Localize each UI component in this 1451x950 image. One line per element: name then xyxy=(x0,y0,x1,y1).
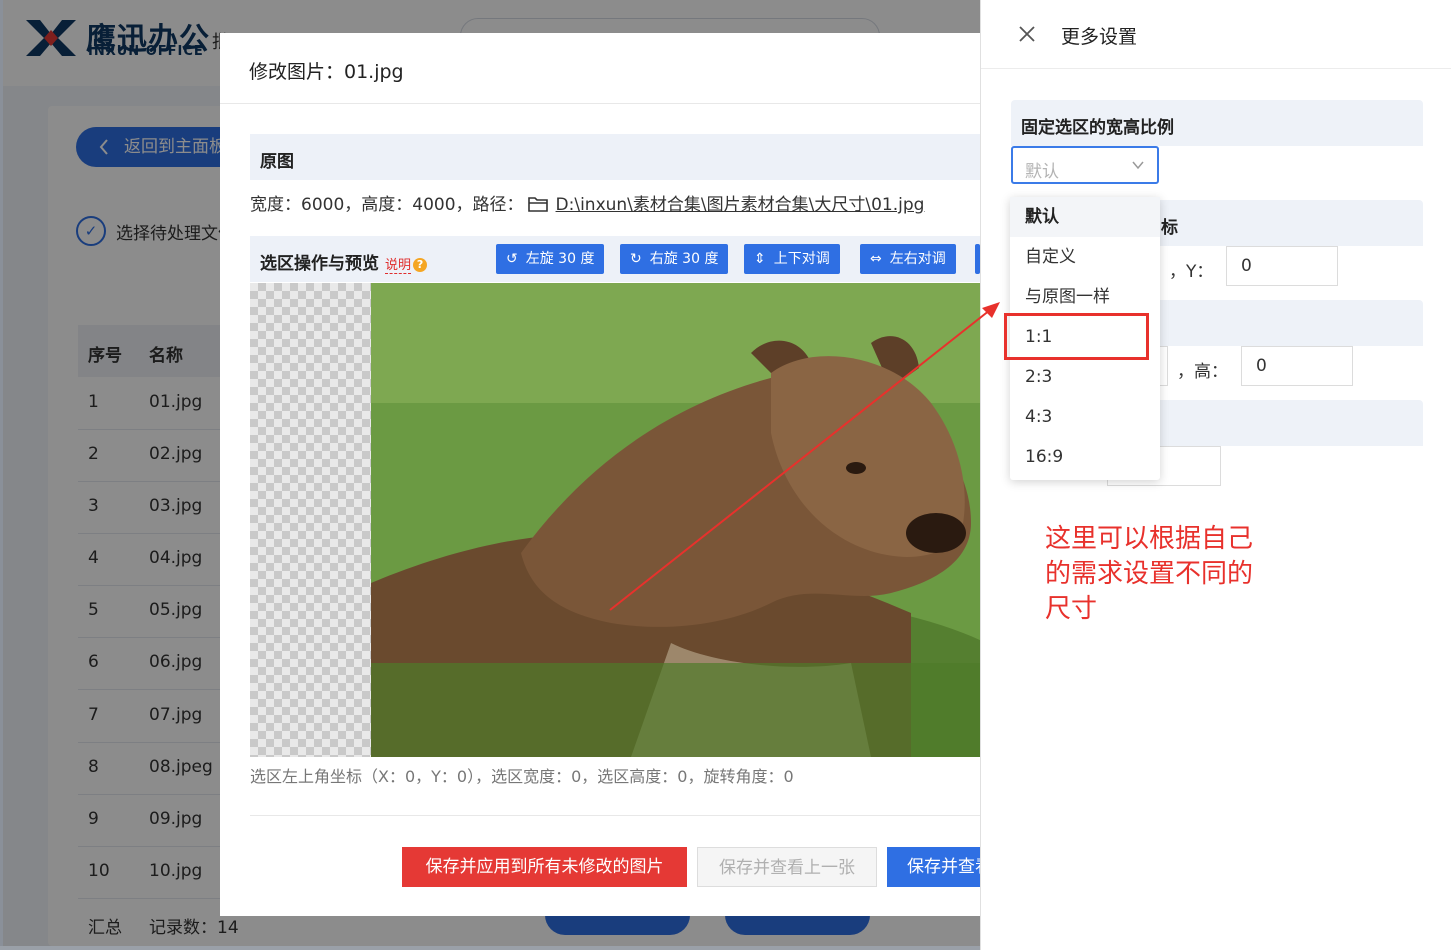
dialog-title: 修改图片：01.jpg xyxy=(249,61,404,83)
rotate-left-icon: ↺ xyxy=(506,251,518,267)
original-section-header: 原图 xyxy=(250,134,980,180)
preview-image xyxy=(371,283,980,757)
section-title: 选区操作与预览 说明? xyxy=(260,249,428,274)
image-dimensions: 宽度：6000，高度：4000，路径： xyxy=(250,195,524,215)
flip-horizontal-button[interactable]: ⇔ 左右对调 xyxy=(860,244,956,274)
lioness-illustration xyxy=(371,283,980,757)
rotate-right-button[interactable]: ↻ 右旋 30 度 xyxy=(620,244,729,274)
preview-section-title: 选区操作与预览 xyxy=(260,254,379,274)
annotation-note: 这里可以根据自己的需求设置不同的尺寸 xyxy=(1045,524,1254,624)
help-link[interactable]: 说明 xyxy=(385,258,412,274)
image-path-link[interactable]: D:\inxun\素材合集\图片素材合集\大尺寸\01.jpg xyxy=(556,195,925,215)
save-apply-all-button[interactable]: 保存并应用到所有未修改的图片 xyxy=(402,847,687,887)
drawer-title: 更多设置 xyxy=(1061,26,1138,48)
rotate-right-icon: ↻ xyxy=(630,251,642,267)
button-label: 左旋 30 度 xyxy=(525,251,595,267)
aspect-section-header: 固定选区的宽高比例 xyxy=(1011,100,1423,146)
option-4-3[interactable]: 4:3 xyxy=(1010,397,1160,437)
divider xyxy=(981,68,1451,69)
save-next-button[interactable]: 保存并查看下一张 xyxy=(887,847,980,887)
option-16-9[interactable]: 16:9 xyxy=(1010,437,1160,477)
select-value: 默认 xyxy=(1025,162,1059,182)
button-label: 左右对调 xyxy=(889,251,946,267)
y-label: ，Y： xyxy=(1169,262,1214,282)
option-custom[interactable]: 自定义 xyxy=(1010,237,1160,277)
highlight-box xyxy=(1004,313,1149,360)
help-icon[interactable]: ? xyxy=(413,258,428,272)
flip-horizontal-icon: ⇔ xyxy=(870,251,882,267)
close-icon[interactable] xyxy=(1017,24,1037,44)
image-info: 宽度：6000，高度：4000，路径： D:\inxun\素材合集\图片素材合集\… xyxy=(250,190,924,215)
option-default[interactable]: 默认 xyxy=(1010,197,1160,237)
height-label: ，高： xyxy=(1177,362,1228,382)
selection-info: 选区左上角坐标（X：0，Y：0），选区宽度：0，选区高度：0，旋转角度：0 xyxy=(250,767,794,786)
divider xyxy=(250,815,980,816)
flip-vertical-button[interactable]: ⇕ 上下对调 xyxy=(744,244,840,274)
height-input[interactable]: 0 xyxy=(1241,346,1353,386)
crop-canvas[interactable] xyxy=(250,283,980,757)
option-2-3[interactable]: 2:3 xyxy=(1010,357,1160,397)
y-input[interactable]: 0 xyxy=(1226,246,1338,286)
save-prev-button[interactable]: 保存并查看上一张 xyxy=(697,847,877,887)
rotate-left-button[interactable]: ↺ 左旋 30 度 xyxy=(496,244,605,274)
chevron-down-icon xyxy=(1132,161,1144,170)
window-border xyxy=(0,946,980,950)
edit-image-dialog: 修改图片：01.jpg 原图 宽度：6000，高度：4000，路径： D:\inx… xyxy=(220,33,980,916)
section-title: 标 xyxy=(1161,218,1178,238)
divider xyxy=(220,103,980,104)
button-label: 右旋 30 度 xyxy=(649,251,719,267)
flip-vertical-icon: ⇕ xyxy=(754,251,766,267)
section-title: 原图 xyxy=(260,152,294,172)
window-border xyxy=(0,0,3,950)
folder-icon xyxy=(527,197,548,212)
option-same-as-original[interactable]: 与原图一样 xyxy=(1010,277,1160,317)
aspect-ratio-select[interactable]: 默认 xyxy=(1011,146,1159,184)
section-title: 固定选区的宽高比例 xyxy=(1021,118,1174,138)
button-label: 上下对调 xyxy=(773,251,830,267)
